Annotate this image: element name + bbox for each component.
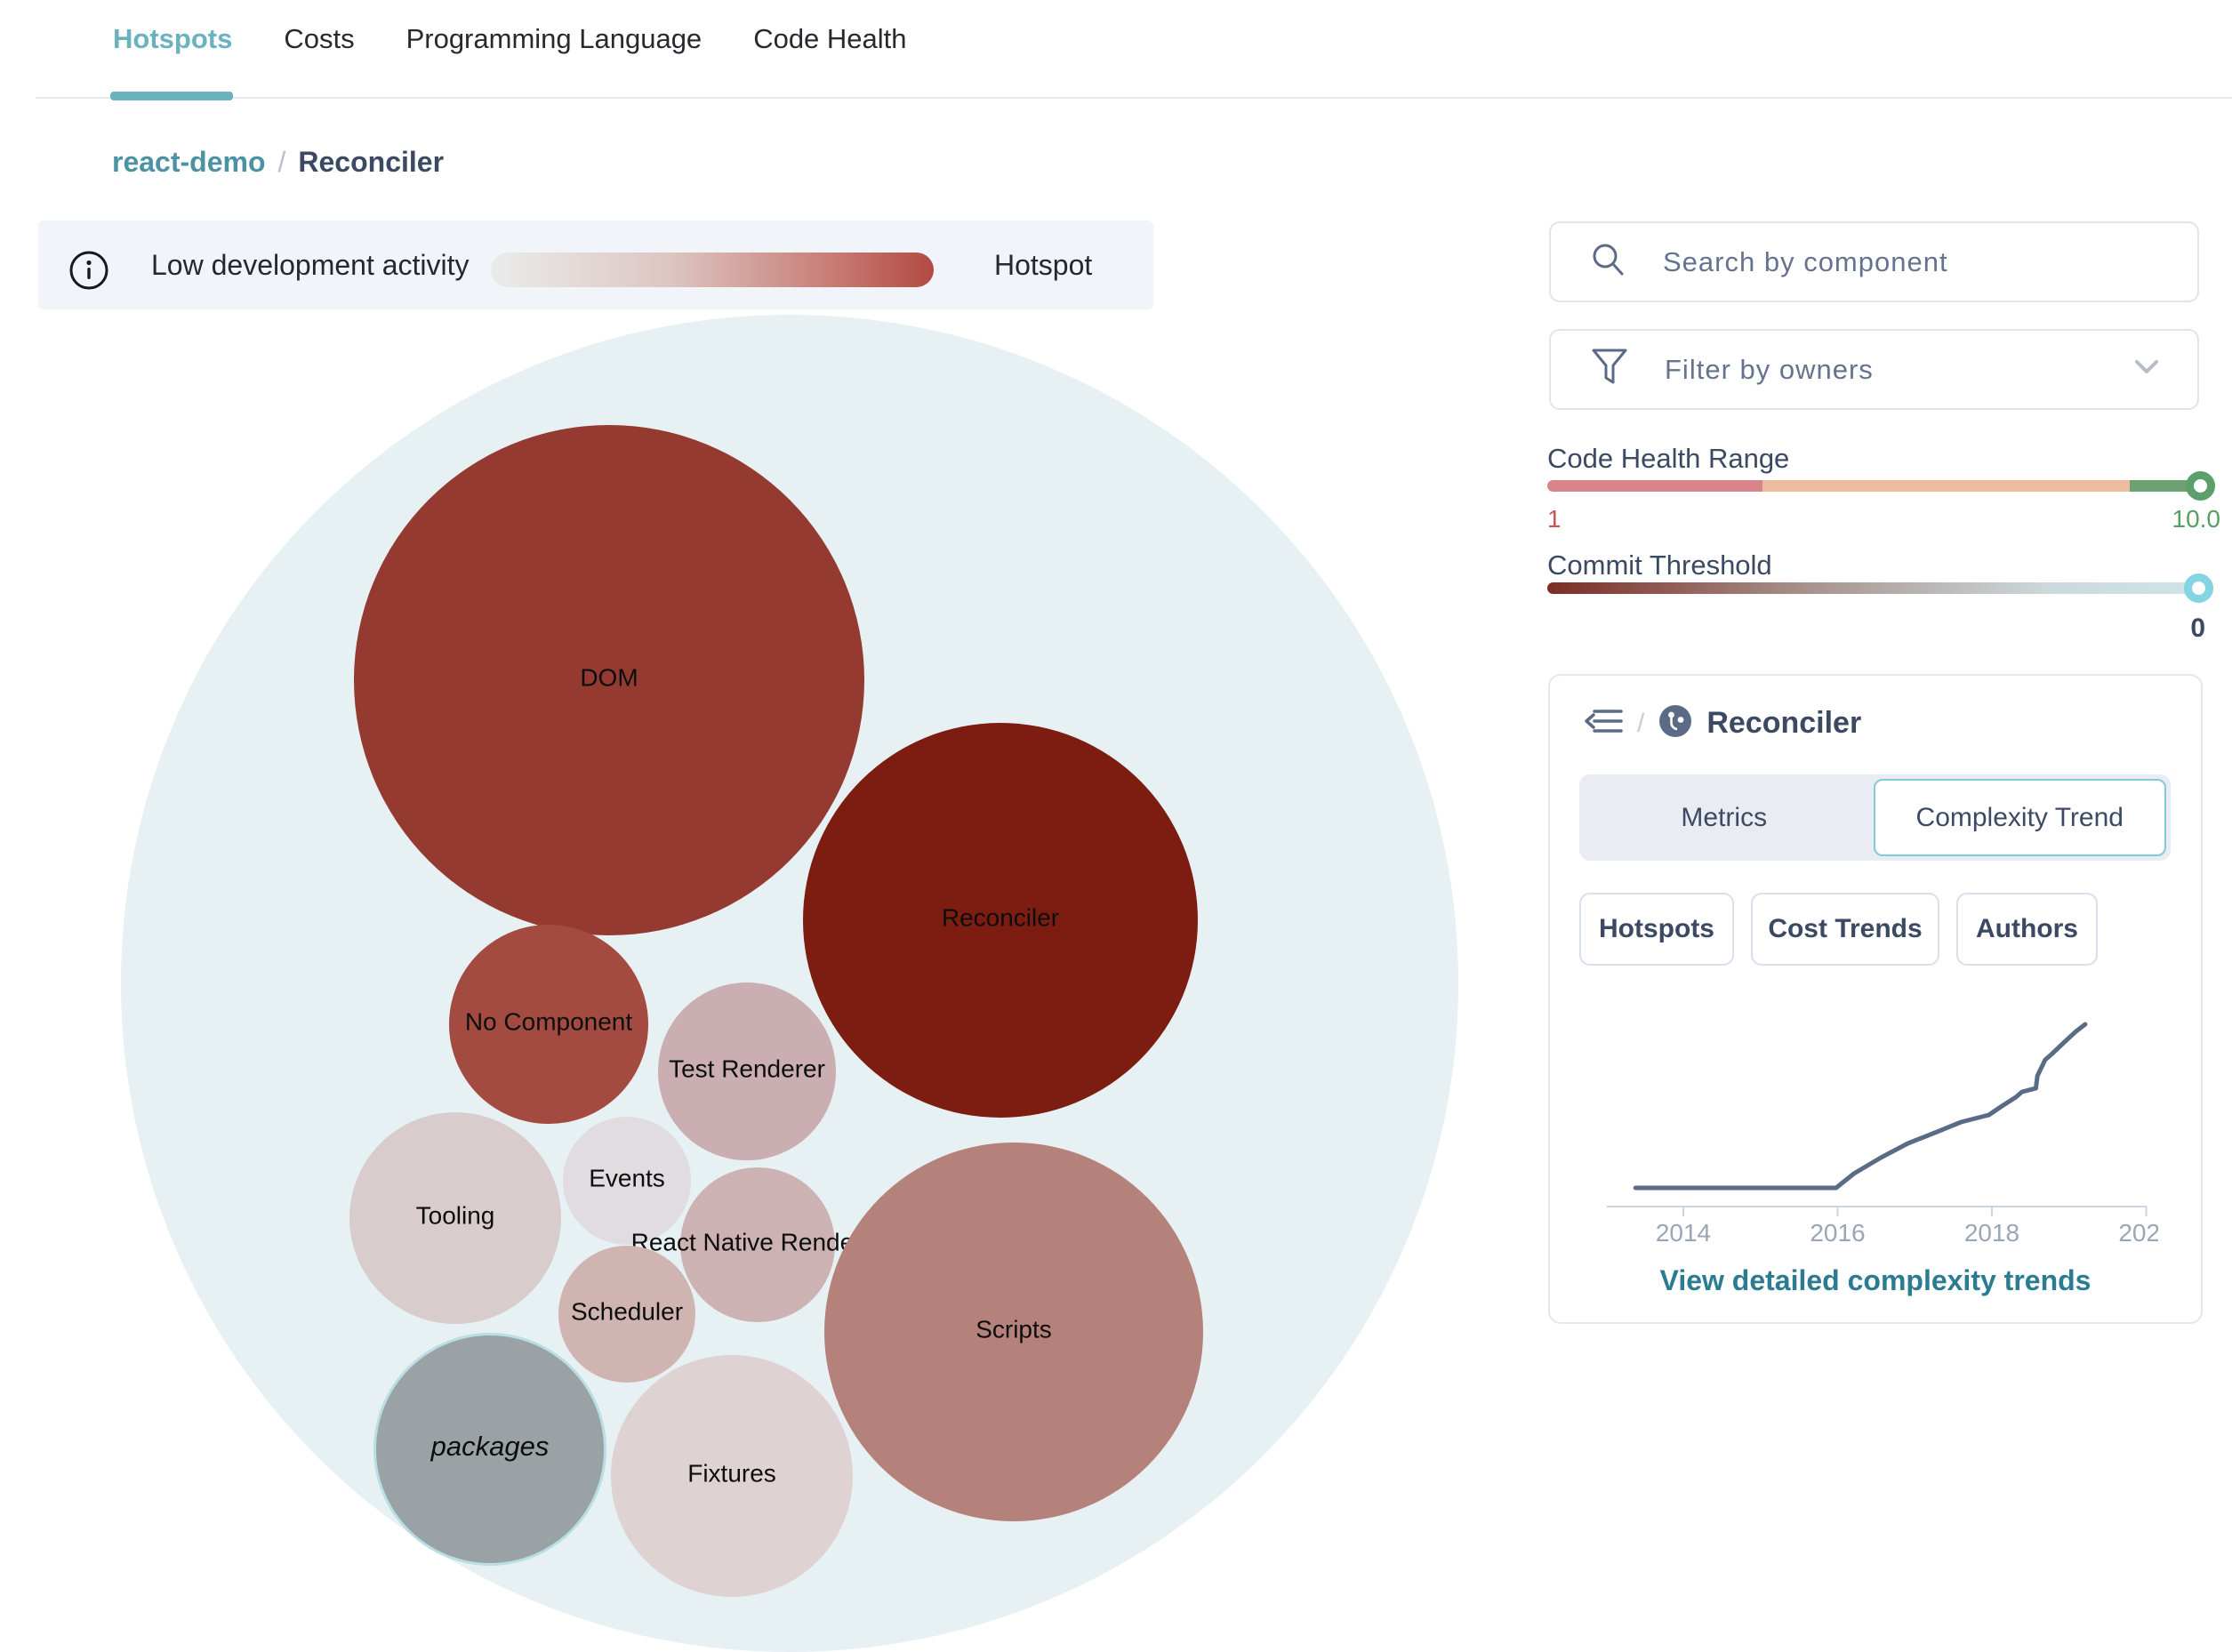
x-axis-tick-label: 2014 bbox=[1656, 1219, 1711, 1247]
breadcrumb: react-demo / Reconciler bbox=[112, 146, 444, 179]
search-input[interactable]: Search by component bbox=[1549, 221, 2199, 302]
bubble-events[interactable]: Events bbox=[563, 1117, 691, 1245]
git-branch-icon bbox=[1658, 704, 1692, 742]
bubble-label: Reconciler bbox=[941, 903, 1060, 932]
bubble-tooling[interactable]: Tooling bbox=[349, 1112, 561, 1324]
legend-low-label: Low development activity bbox=[151, 249, 470, 281]
bubble-label: Tooling bbox=[415, 1201, 495, 1230]
view-complexity-trends-link[interactable]: View detailed complexity trends bbox=[1550, 1264, 2201, 1297]
info-icon[interactable] bbox=[68, 250, 109, 295]
cost-trends-button[interactable]: Cost Trends bbox=[1751, 893, 1939, 966]
bubble-reconciler[interactable]: Reconciler bbox=[803, 723, 1198, 1118]
bubble-packages[interactable]: packages bbox=[376, 1335, 604, 1563]
card-component-title: Reconciler bbox=[1706, 706, 1862, 740]
bubble-label: Fixtures bbox=[687, 1459, 776, 1488]
code-health-low-segment bbox=[1547, 480, 1762, 492]
x-axis-tick-label: 2020 bbox=[2118, 1219, 2158, 1247]
complexity-trend-chart: 2014 2016 2018 2020 bbox=[1607, 1022, 2158, 1247]
commit-threshold-value: 0 bbox=[2190, 613, 2205, 643]
tab-metrics[interactable]: Metrics bbox=[1579, 774, 1869, 861]
bubble-label: packages bbox=[430, 1431, 550, 1463]
owner-filter-label: Filter by owners bbox=[1665, 353, 1874, 385]
complexity-trend-line bbox=[1633, 1022, 2088, 1191]
code-health-min-value: 1 bbox=[1547, 505, 1562, 533]
detail-card-header: / Reconciler bbox=[1584, 704, 1861, 742]
code-health-range-label: Code Health Range bbox=[1547, 443, 1790, 474]
card-action-buttons: Hotspots Cost Trends Authors bbox=[1579, 893, 2098, 966]
bubble-test-renderer[interactable]: Test Renderer bbox=[658, 982, 836, 1160]
active-tab-underline bbox=[110, 92, 233, 100]
component-detail-card: / Reconciler Metrics Complexity Trend Ho… bbox=[1548, 674, 2203, 1324]
commit-threshold-slider[interactable] bbox=[1547, 573, 2213, 603]
code-health-mid-segment bbox=[1762, 480, 2130, 492]
code-health-max-value: 10.0 bbox=[2172, 505, 2221, 533]
commit-threshold-label: Commit Threshold bbox=[1547, 549, 1772, 581]
x-axis-tick-label: 2016 bbox=[1810, 1219, 1865, 1247]
tab-hotspots[interactable]: Hotspots bbox=[113, 23, 232, 55]
bubble-react-native-renderer[interactable]: React Native Renderer bbox=[631, 1167, 884, 1322]
bubble-label: Test Renderer bbox=[669, 1055, 825, 1083]
legend-high-label: Hotspot bbox=[994, 249, 1093, 281]
bubble-no-component[interactable]: No Component bbox=[449, 925, 648, 1124]
tab-complexity-trend[interactable]: Complexity Trend bbox=[1873, 779, 2166, 856]
bubble-fixtures[interactable]: Fixtures bbox=[611, 1355, 853, 1597]
bubble-label: Scripts bbox=[975, 1315, 1052, 1343]
chevron-down-icon bbox=[2133, 358, 2160, 381]
breadcrumb-separator: / bbox=[277, 146, 286, 178]
bubble-label: No Component bbox=[464, 1007, 633, 1036]
hotspots-button[interactable]: Hotspots bbox=[1579, 893, 1734, 966]
owner-filter-dropdown[interactable]: Filter by owners bbox=[1549, 329, 2199, 410]
search-icon bbox=[1590, 241, 1627, 283]
hotspot-gradient-scale bbox=[491, 253, 934, 287]
x-axis-tick-label: 2018 bbox=[1964, 1219, 2019, 1247]
bubble-label: Scheduler bbox=[570, 1297, 684, 1326]
bubble-dom[interactable]: DOM bbox=[354, 425, 864, 935]
bubble-label: DOM bbox=[580, 663, 638, 692]
nav-divider bbox=[36, 97, 2232, 99]
tab-code-health[interactable]: Code Health bbox=[753, 23, 906, 55]
code-health-range-slider[interactable] bbox=[1547, 471, 2215, 501]
collapse-back-icon[interactable] bbox=[1584, 705, 1623, 742]
bubble-scripts[interactable]: Scripts bbox=[824, 1143, 1203, 1521]
top-nav: Hotspots Costs Programming Language Code… bbox=[113, 23, 907, 55]
breadcrumb-current: Reconciler bbox=[298, 146, 445, 178]
code-health-slider-thumb[interactable] bbox=[2186, 471, 2215, 501]
breadcrumb-project-link[interactable]: react-demo bbox=[112, 146, 266, 179]
card-tab-group: Metrics Complexity Trend bbox=[1579, 774, 2171, 861]
tab-programming-language[interactable]: Programming Language bbox=[406, 23, 703, 55]
authors-button[interactable]: Authors bbox=[1956, 893, 2098, 966]
card-breadcrumb-separator: / bbox=[1637, 708, 1645, 738]
bubble-label: Events bbox=[589, 1164, 665, 1192]
filter-funnel-icon bbox=[1590, 347, 1629, 392]
bubble-scheduler[interactable]: Scheduler bbox=[558, 1246, 695, 1383]
commit-threshold-slider-thumb[interactable] bbox=[2184, 573, 2213, 603]
search-placeholder: Search by component bbox=[1663, 245, 1948, 277]
tab-costs[interactable]: Costs bbox=[284, 23, 354, 55]
